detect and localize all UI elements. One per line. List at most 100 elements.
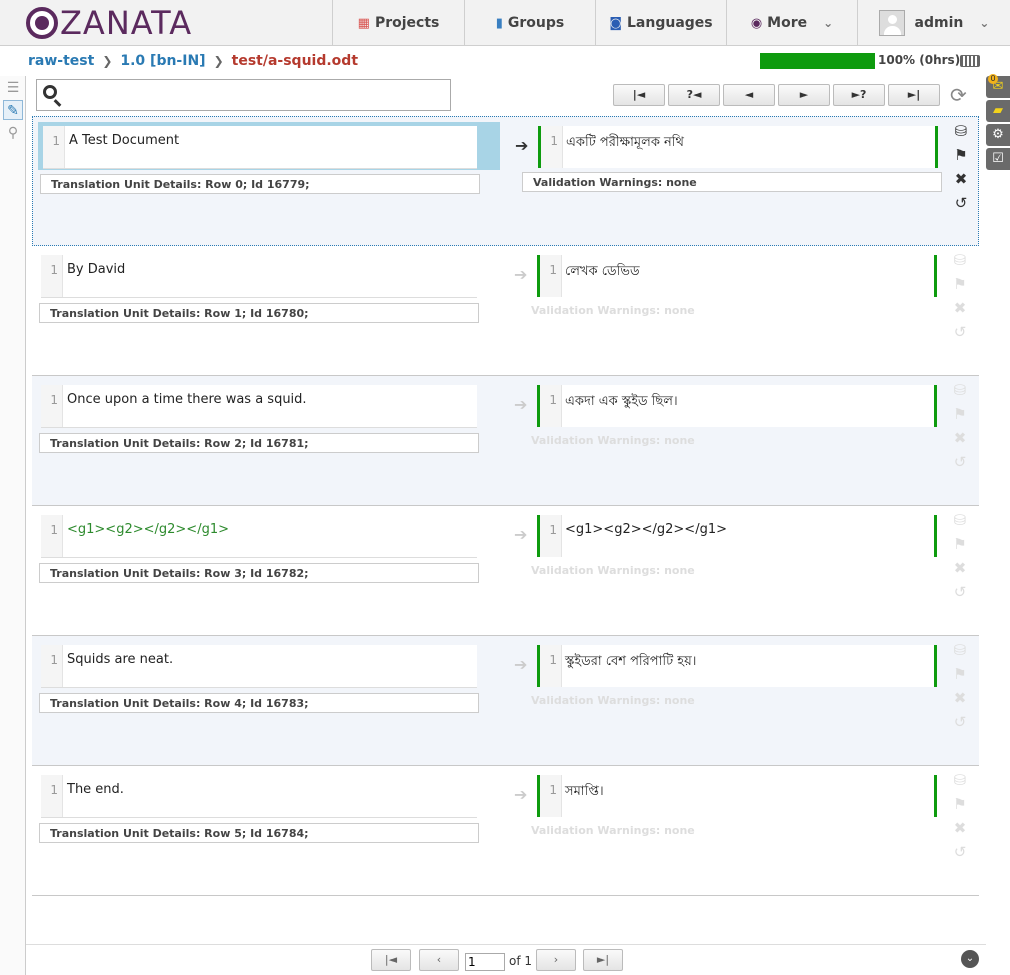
history-icon[interactable]: ↺ bbox=[949, 193, 973, 213]
copy-source-arrow-icon[interactable]: ➔ bbox=[514, 655, 527, 674]
validation-warnings[interactable]: Validation Warnings: none bbox=[521, 431, 941, 451]
editor-icon[interactable]: ✎ bbox=[3, 100, 23, 120]
save-icon[interactable]: ⛁ bbox=[948, 770, 972, 790]
keyboard-shortcuts-icon[interactable] bbox=[960, 55, 980, 67]
target-cell[interactable]: 1 স্কুইডরা বেশ পরিপাটি হয়। bbox=[537, 645, 937, 687]
table-row[interactable]: 1 The end. Translation Unit Details: Row… bbox=[32, 766, 979, 896]
table-row[interactable]: 1 Squids are neat. Translation Unit Deta… bbox=[32, 636, 979, 766]
target-cell[interactable]: 1 একদা এক স্কুইড ছিল। bbox=[537, 385, 937, 427]
validation-warnings[interactable]: Validation Warnings: none bbox=[521, 821, 941, 841]
next-untranslated-button[interactable]: ►? bbox=[833, 84, 885, 106]
history-icon[interactable]: ↺ bbox=[948, 582, 972, 602]
scroll-down-icon[interactable]: ⌄ bbox=[961, 950, 979, 968]
copy-source-arrow-icon[interactable]: ➔ bbox=[514, 525, 527, 544]
prev-entry-button[interactable]: ◄ bbox=[723, 84, 775, 106]
close-icon[interactable]: ✖ bbox=[948, 818, 972, 838]
table-row[interactable]: 1 Once upon a time there was a squid. Tr… bbox=[32, 376, 979, 506]
unit-details[interactable]: Translation Unit Details: Row 4; Id 1678… bbox=[39, 693, 479, 713]
save-icon[interactable]: ⛁ bbox=[948, 640, 972, 660]
search-input[interactable] bbox=[67, 84, 442, 106]
unit-details[interactable]: Translation Unit Details: Row 2; Id 1678… bbox=[39, 433, 479, 453]
flag-icon[interactable]: ⚑ bbox=[949, 145, 973, 165]
nav-languages-label: Languages bbox=[627, 15, 713, 31]
page-number-input[interactable] bbox=[465, 953, 505, 971]
table-row[interactable]: 1 By David Translation Unit Details: Row… bbox=[32, 246, 979, 376]
breadcrumb-version[interactable]: 1.0 [bn-IN] bbox=[120, 53, 205, 69]
target-text[interactable]: স্কুইডরা বেশ পরিপাটি হয়। bbox=[565, 652, 696, 673]
last-entry-button[interactable]: ►| bbox=[888, 84, 940, 106]
history-icon[interactable]: ↺ bbox=[948, 842, 972, 862]
nav-projects[interactable]: ▦ Projects bbox=[332, 0, 464, 46]
source-cell: 1 <g1><g2></g2></g1> bbox=[41, 515, 477, 558]
flag-icon[interactable]: ⚑ bbox=[948, 794, 972, 814]
line-number: 1 bbox=[41, 385, 63, 427]
translation-progress-bar[interactable] bbox=[760, 53, 875, 69]
save-icon[interactable]: ⛁ bbox=[949, 121, 973, 141]
target-cell[interactable]: 1 <g1><g2></g2></g1> bbox=[537, 515, 937, 557]
unit-details[interactable]: Translation Unit Details: Row 3; Id 1678… bbox=[39, 563, 479, 583]
close-icon[interactable]: ✖ bbox=[948, 688, 972, 708]
copy-source-arrow-icon[interactable]: ➔ bbox=[514, 785, 527, 804]
close-icon[interactable]: ✖ bbox=[948, 428, 972, 448]
flag-icon[interactable]: ⚑ bbox=[948, 664, 972, 684]
nav-groups[interactable]: ▮ Groups bbox=[464, 0, 595, 46]
flag-icon[interactable]: ⚑ bbox=[948, 404, 972, 424]
zanata-more-icon: ◉ bbox=[750, 15, 763, 31]
next-page-button[interactable]: › bbox=[536, 949, 576, 971]
save-icon[interactable]: ⛁ bbox=[948, 510, 972, 530]
chat-icon[interactable]: ▰ bbox=[986, 100, 1010, 122]
projects-icon: ▦ bbox=[357, 15, 370, 31]
close-icon[interactable]: ✖ bbox=[948, 558, 972, 578]
gear-icon[interactable]: ⚙ bbox=[986, 124, 1010, 146]
history-icon[interactable]: ↺ bbox=[948, 712, 972, 732]
table-row[interactable]: 1 A Test Document Translation Unit Detai… bbox=[32, 116, 979, 246]
prev-untranslated-button[interactable]: ?◄ bbox=[668, 84, 720, 106]
validation-warnings[interactable]: Validation Warnings: none bbox=[522, 172, 942, 192]
search-replace-icon[interactable]: ⚲ bbox=[3, 123, 23, 143]
zanata-logo[interactable]: ZANATA bbox=[26, 6, 192, 40]
target-text[interactable]: <g1><g2></g2></g1> bbox=[565, 522, 727, 537]
copy-source-arrow-icon[interactable]: ➔ bbox=[514, 265, 527, 284]
first-entry-button[interactable]: |◄ bbox=[613, 84, 665, 106]
unit-details[interactable]: Translation Unit Details: Row 5; Id 1678… bbox=[39, 823, 479, 843]
first-page-button[interactable]: |◄ bbox=[371, 949, 411, 971]
prev-page-button[interactable]: ‹ bbox=[419, 949, 459, 971]
groups-icon: ▮ bbox=[495, 15, 503, 31]
next-entry-button[interactable]: ► bbox=[778, 84, 830, 106]
target-text[interactable]: লেখক ডেভিড bbox=[565, 262, 640, 283]
unit-details[interactable]: Translation Unit Details: Row 1; Id 1678… bbox=[39, 303, 479, 323]
flag-icon[interactable]: ⚑ bbox=[948, 274, 972, 294]
target-text[interactable]: সমাপ্তি। bbox=[565, 782, 604, 803]
nav-more[interactable]: ◉ More ⌄ bbox=[726, 0, 857, 46]
validation-warnings[interactable]: Validation Warnings: none bbox=[521, 691, 941, 711]
close-icon[interactable]: ✖ bbox=[948, 298, 972, 318]
target-cell[interactable]: 1 সমাপ্তি। bbox=[537, 775, 937, 817]
copy-source-arrow-icon[interactable]: ➔ bbox=[515, 136, 528, 155]
table-row[interactable]: 1 <g1><g2></g2></g1> Translation Unit De… bbox=[32, 506, 979, 636]
breadcrumb-document: test/a-squid.odt bbox=[231, 53, 359, 69]
last-page-button[interactable]: ►| bbox=[583, 949, 623, 971]
copy-source-arrow-icon[interactable]: ➔ bbox=[514, 395, 527, 414]
target-cell[interactable]: 1 লেখক ডেভিড bbox=[537, 255, 937, 297]
validation-warnings[interactable]: Validation Warnings: none bbox=[521, 301, 941, 321]
validation-warnings[interactable]: Validation Warnings: none bbox=[521, 561, 941, 581]
target-cell[interactable]: 1 একটি পরীক্ষামূলক নথি bbox=[538, 126, 938, 168]
validation-icon[interactable]: ☑ bbox=[986, 148, 1010, 170]
user-menu[interactable]: admin ⌄ bbox=[857, 0, 1010, 46]
nav-languages[interactable]: ◙ Languages bbox=[595, 0, 726, 46]
close-icon[interactable]: ✖ bbox=[949, 169, 973, 189]
target-text[interactable]: একদা এক স্কুইড ছিল। bbox=[565, 392, 678, 413]
notification-count: 0 bbox=[988, 74, 998, 84]
history-icon[interactable]: ↺ bbox=[948, 452, 972, 472]
notification-icon[interactable]: 0 ✉ bbox=[986, 74, 1010, 98]
target-text[interactable]: একটি পরীক্ষামূলক নথি bbox=[566, 133, 684, 154]
flag-icon[interactable]: ⚑ bbox=[948, 534, 972, 554]
refresh-icon[interactable]: ⟳ bbox=[950, 84, 967, 106]
history-icon[interactable]: ↺ bbox=[948, 322, 972, 342]
save-icon[interactable]: ⛁ bbox=[948, 250, 972, 270]
document-list-icon[interactable]: ☰ bbox=[3, 78, 23, 98]
unit-details[interactable]: Translation Unit Details: Row 0; Id 1677… bbox=[40, 174, 480, 194]
save-icon[interactable]: ⛁ bbox=[948, 380, 972, 400]
chevron-right-icon: ❯ bbox=[102, 54, 113, 68]
breadcrumb-project[interactable]: raw-test bbox=[28, 53, 94, 69]
